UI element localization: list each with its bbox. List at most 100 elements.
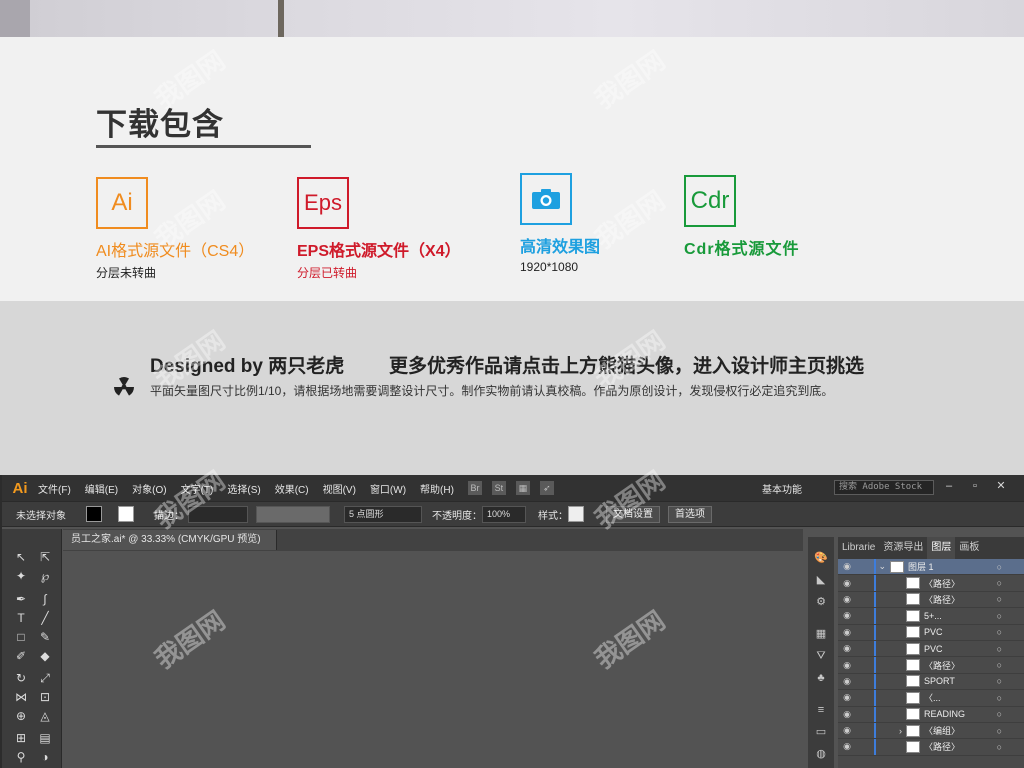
menu-object[interactable]: 对象(O) (132, 481, 166, 496)
layer-row[interactable]: ◉ 〈... ○ (838, 690, 1024, 707)
swatches-icon[interactable]: ▦ (813, 627, 829, 641)
layer-row[interactable]: ◉ 〈路径〉 ○ (838, 575, 1024, 592)
perspective-grid-icon[interactable]: ◬ (36, 708, 54, 724)
target-circle-icon[interactable]: ○ (997, 627, 1002, 637)
brush-select[interactable]: 5 点圆形 (344, 505, 422, 523)
sync-icon[interactable]: ➶ (539, 481, 554, 495)
target-circle-icon[interactable]: ○ (997, 693, 1002, 703)
magic-wand-icon[interactable]: ✦ (12, 568, 30, 584)
menu-select[interactable]: 选择(S) (227, 481, 260, 496)
pen-tool-icon[interactable]: ✒ (12, 591, 30, 607)
visibility-eye-icon[interactable]: ◉ (838, 578, 856, 589)
lock-toggle[interactable] (856, 591, 876, 608)
target-circle-icon[interactable]: ○ (997, 611, 1002, 621)
color-panel-icon[interactable]: 🎨 (813, 551, 829, 565)
menu-help[interactable]: 帮助(H) (420, 481, 454, 496)
close-icon[interactable]: ✕ (990, 479, 1012, 494)
target-circle-icon[interactable]: ○ (997, 726, 1002, 736)
free-transform-icon[interactable]: ⊡ (36, 689, 54, 705)
target-circle-icon[interactable]: ○ (997, 562, 1002, 572)
visibility-eye-icon[interactable]: ◉ (838, 594, 856, 605)
target-circle-icon[interactable]: ○ (997, 594, 1002, 604)
eraser-icon[interactable]: ◆ (36, 648, 54, 664)
blend-tool-icon[interactable]: ◑ (36, 749, 54, 765)
lock-toggle[interactable] (856, 624, 876, 640)
line-tool-icon[interactable]: ╱ (36, 610, 54, 626)
lock-toggle[interactable] (856, 640, 876, 657)
preferences-button[interactable]: 首选项 (668, 505, 712, 523)
selection-tool-icon[interactable]: ↖ (12, 549, 30, 565)
maximize-icon[interactable]: ▫ (964, 479, 986, 494)
stroke-weight-field[interactable] (188, 505, 248, 523)
shape-builder-icon[interactable]: ⊕ (12, 708, 30, 724)
visibility-eye-icon[interactable]: ◉ (838, 561, 856, 572)
visibility-eye-icon[interactable]: ◉ (838, 741, 856, 752)
bridge-icon[interactable]: Br (467, 481, 482, 495)
stock-icon[interactable]: St (491, 481, 506, 495)
tab-layers[interactable]: 图层 (927, 537, 956, 559)
visibility-eye-icon[interactable]: ◉ (838, 627, 856, 638)
gradient-tool-icon[interactable]: ▤ (36, 730, 54, 746)
direct-selection-tool-icon[interactable]: ⇱ (36, 549, 54, 565)
target-circle-icon[interactable]: ○ (997, 742, 1002, 752)
layer-row[interactable]: ◉ PVC ○ (838, 640, 1024, 658)
lock-toggle[interactable] (856, 673, 876, 690)
document-setup-button[interactable]: 文档设置 (606, 505, 660, 523)
menu-effect[interactable]: 效果(C) (275, 481, 309, 496)
stroke-swatch[interactable] (118, 506, 134, 522)
fill-swatch[interactable] (86, 506, 102, 522)
stroke-panel-icon[interactable]: ≡ (813, 703, 829, 717)
tab-asset-export[interactable]: 资源导出 (879, 537, 927, 559)
curvature-tool-icon[interactable]: ∫ (36, 591, 54, 607)
lock-toggle[interactable] (856, 722, 876, 739)
visibility-eye-icon[interactable]: ◉ (838, 610, 856, 621)
lock-toggle[interactable] (856, 739, 876, 755)
paintbrush-icon[interactable]: ✎ (36, 629, 54, 645)
layer-row[interactable]: ◉ 〈路径〉 ○ (838, 657, 1024, 674)
eyedropper-icon[interactable]: ⚲ (12, 749, 30, 765)
lasso-icon[interactable]: ℘ (36, 568, 54, 584)
lock-toggle[interactable] (856, 690, 876, 706)
target-circle-icon[interactable]: ○ (997, 676, 1002, 686)
expand-icon[interactable]: › (876, 726, 906, 736)
gradient-panel-icon[interactable]: ▭ (813, 725, 829, 739)
type-tool-icon[interactable]: T (12, 610, 30, 626)
target-circle-icon[interactable]: ○ (997, 578, 1002, 588)
rotate-tool-icon[interactable]: ↻ (12, 670, 30, 686)
scale-tool-icon[interactable]: ⤢ (36, 670, 54, 686)
menu-file[interactable]: 文件(F) (38, 481, 71, 496)
target-circle-icon[interactable]: ○ (997, 660, 1002, 670)
document-tab[interactable]: 员工之家.ai* @ 33.33% (CMYK/GPU 预览) (63, 530, 277, 550)
menu-type[interactable]: 文字(T) (181, 481, 214, 496)
layer-row[interactable]: ◉ 〈路径〉 ○ (838, 591, 1024, 609)
tab-libraries[interactable]: Librarie (838, 537, 879, 559)
visibility-eye-icon[interactable]: ◉ (838, 725, 856, 736)
mesh-tool-icon[interactable]: ⊞ (12, 730, 30, 746)
shaper-tool-icon[interactable]: ✐ (12, 648, 30, 664)
artboard-canvas[interactable] (63, 551, 803, 768)
visibility-eye-icon[interactable]: ◉ (838, 709, 856, 720)
layer-row[interactable]: ◉ PVC ○ (838, 624, 1024, 641)
visibility-eye-icon[interactable]: ◉ (838, 643, 856, 654)
layer-row[interactable]: ◉ ⌄ 图层 1 ○ (838, 559, 1024, 576)
lock-toggle[interactable] (856, 559, 876, 575)
menu-window[interactable]: 窗口(W) (370, 481, 406, 496)
target-circle-icon[interactable]: ○ (997, 709, 1002, 719)
expand-icon[interactable]: ⌄ (876, 561, 890, 572)
minimize-icon[interactable]: – (938, 479, 960, 494)
lock-toggle[interactable] (856, 575, 876, 591)
opacity-field[interactable]: 100% (482, 505, 526, 523)
lock-toggle[interactable] (856, 706, 876, 722)
brushes-icon[interactable]: ⛛ (813, 649, 829, 663)
rectangle-tool-icon[interactable]: □ (12, 629, 30, 645)
visibility-eye-icon[interactable]: ◉ (838, 692, 856, 703)
menu-edit[interactable]: 编辑(E) (85, 481, 118, 496)
width-tool-icon[interactable]: ⋈ (12, 689, 30, 705)
layer-row[interactable]: ◉ 5+... ○ (838, 608, 1024, 625)
properties-icon[interactable]: ⚙ (813, 595, 829, 609)
tab-artboards[interactable]: 画板 (955, 537, 983, 559)
layer-row[interactable]: ◉ READING ○ (838, 706, 1024, 723)
workspace-switcher[interactable]: 基本功能 (762, 481, 802, 496)
stock-search-input[interactable]: 搜索 Adobe Stock (834, 480, 934, 495)
visibility-eye-icon[interactable]: ◉ (838, 676, 856, 687)
